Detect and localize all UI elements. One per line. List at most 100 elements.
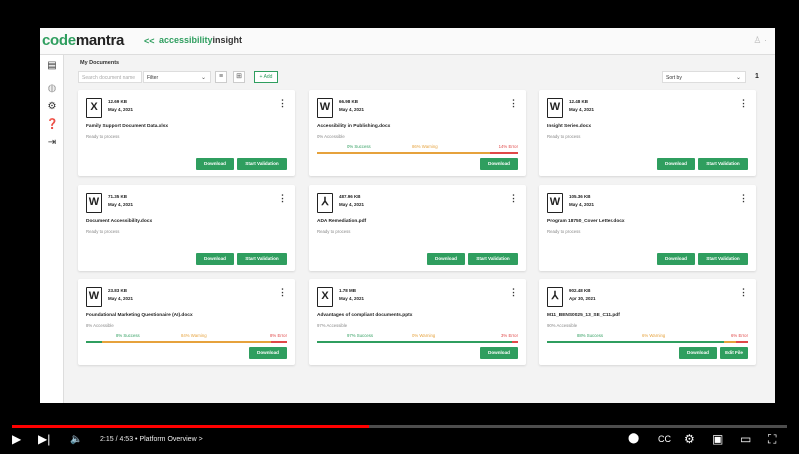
autoplay-toggle[interactable]: ⬤ <box>628 433 639 444</box>
file-status: 90% Accessible <box>547 323 578 328</box>
more-options-icon[interactable]: ⋮ <box>739 193 748 204</box>
video-progress-bar[interactable] <box>12 425 787 428</box>
word-file-icon: W <box>547 98 563 118</box>
video-time: 2:15 / 4:53 • Platform Overview > <box>100 436 203 443</box>
more-options-icon[interactable]: ⋮ <box>739 287 748 298</box>
video-area[interactable]: codemantra << accessibilityinsight ♙ · ▤… <box>40 28 775 403</box>
document-card[interactable]: W 23.83 KB May 4, 2021 ⋮ Foundational Ma… <box>78 279 295 365</box>
user-menu[interactable]: ♙ · <box>753 35 767 46</box>
file-size: 1.78 MB <box>339 288 357 293</box>
file-date: May 4, 2021 <box>569 107 595 112</box>
document-card[interactable]: ⅄ 902.48 KB Apr 30, 2021 ⋮ M11_BENS0025_… <box>539 279 756 365</box>
file-date: May 4, 2021 <box>339 107 365 112</box>
word-file-icon: W <box>86 287 102 307</box>
success-label: 97% Success <box>347 333 374 338</box>
fullscreen-icon[interactable]: ⛶ <box>768 432 776 447</box>
download-button[interactable]: Download <box>480 347 518 359</box>
download-button[interactable]: Download <box>249 347 287 359</box>
result-bar <box>317 341 518 343</box>
gear-icon[interactable]: ⚙ <box>684 432 695 446</box>
add-button[interactable]: + Add <box>254 71 278 83</box>
dashboard-icon[interactable]: ◍ <box>46 83 58 95</box>
file-date: May 4, 2021 <box>569 202 595 207</box>
file-status: Ready to process <box>547 134 581 139</box>
sort-select[interactable]: Sort by ⌄ <box>662 71 746 83</box>
download-button[interactable]: Download <box>196 158 234 170</box>
documents-icon[interactable]: ▤ <box>46 60 58 72</box>
warning-bar <box>102 341 271 343</box>
file-name: Foundational Marketing Questionaire (AI)… <box>86 313 193 318</box>
document-card[interactable]: X 12.69 KB May 4, 2021 ⋮ Family Support … <box>78 90 295 176</box>
miniplayer-icon[interactable]: ▣ <box>712 432 723 446</box>
edit-file-button[interactable]: Edit File <box>720 347 748 359</box>
start-validation-button[interactable]: Start Validation <box>237 158 287 170</box>
file-size: 902.48 KB <box>569 288 591 293</box>
word-file-icon: W <box>547 193 563 213</box>
document-card[interactable]: W 12.48 KB May 4, 2021 ⋮ Insight Series.… <box>539 90 756 176</box>
page-number[interactable]: 1 <box>751 71 763 83</box>
more-options-icon[interactable]: ⋮ <box>278 98 287 109</box>
more-options-icon[interactable]: ⋮ <box>278 287 287 298</box>
start-validation-button[interactable]: Start Validation <box>698 158 748 170</box>
file-name: M11_BENS0025_13_SE_C11.pdf <box>547 313 620 318</box>
more-options-icon[interactable]: ⋮ <box>509 193 518 204</box>
file-name: Advantages of compliant documents.pptx <box>317 313 413 318</box>
file-date: May 4, 2021 <box>339 202 365 207</box>
file-status: 97% Accessible <box>317 323 348 328</box>
start-validation-button[interactable]: Start Validation <box>468 253 518 265</box>
download-button[interactable]: Download <box>427 253 465 265</box>
more-options-icon[interactable]: ⋮ <box>509 287 518 298</box>
result-labels: 8% Success 84% Warning 8% Error <box>86 333 287 341</box>
grid-view-icon[interactable]: ⊞ <box>233 71 245 83</box>
download-button[interactable]: Download <box>480 158 518 170</box>
settings-icon[interactable]: ⚙ <box>46 101 58 113</box>
filter-select[interactable]: Filter ⌄ <box>143 71 211 83</box>
theater-icon[interactable]: ▭ <box>740 432 751 446</box>
result-labels: 88% Success 6% Warning 6% Error <box>547 333 748 341</box>
file-status: Ready to process <box>317 229 351 234</box>
captions-icon[interactable]: CC <box>658 434 671 444</box>
file-name: Accessibility in Publishing.docx <box>317 124 391 129</box>
more-options-icon[interactable]: ⋮ <box>278 193 287 204</box>
video-frame: codemantra << accessibilityinsight ♙ · ▤… <box>0 0 799 454</box>
search-input[interactable]: Search document name <box>78 71 142 83</box>
download-button[interactable]: Download <box>196 253 234 265</box>
success-label: 88% Success <box>577 333 604 338</box>
next-icon[interactable]: ▶| <box>38 432 50 446</box>
help-icon[interactable]: ❓ <box>46 119 58 131</box>
document-card[interactable]: X 1.78 MB May 4, 2021 ⋮ Advantages of co… <box>309 279 526 365</box>
download-button[interactable]: Download <box>679 347 717 359</box>
file-name: ADA Remediation.pdf <box>317 219 367 224</box>
document-card[interactable]: W 105.36 KB May 4, 2021 ⋮ Program 18750_… <box>539 185 756 271</box>
result-bar <box>547 341 748 343</box>
chevron-down-icon: ⌄ <box>200 75 206 81</box>
volume-icon[interactable]: 🔈 <box>70 434 82 445</box>
warning-label: 86% Warning <box>412 144 438 149</box>
play-icon[interactable]: ▶ <box>12 432 21 446</box>
back-button[interactable]: << <box>144 36 155 46</box>
download-button[interactable]: Download <box>657 253 695 265</box>
start-validation-button[interactable]: Start Validation <box>698 253 748 265</box>
document-card[interactable]: W 66.98 KB May 4, 2021 ⋮ Accessibility i… <box>309 90 526 176</box>
error-bar <box>511 341 518 343</box>
file-date: Apr 30, 2021 <box>569 296 596 301</box>
success-bar <box>547 341 724 343</box>
result-labels: 0% Success 86% Warning 14% Error <box>317 144 518 152</box>
file-status: Ready to process <box>86 134 120 139</box>
more-options-icon[interactable]: ⋮ <box>739 98 748 109</box>
start-validation-button[interactable]: Start Validation <box>237 253 287 265</box>
warning-label: 84% Warning <box>181 333 207 338</box>
error-label: 3% Error <box>501 333 518 338</box>
warning-label: 0% Warning <box>412 333 436 338</box>
download-button[interactable]: Download <box>657 158 695 170</box>
document-card[interactable]: W 71.35 KB May 4, 2021 ⋮ Document Access… <box>78 185 295 271</box>
pdf-file-icon: ⅄ <box>547 287 563 307</box>
error-bar <box>489 152 518 154</box>
more-options-icon[interactable]: ⋮ <box>509 98 518 109</box>
chevron-down-icon: ⌄ <box>735 75 741 81</box>
excel-file-icon: X <box>317 287 333 307</box>
file-status: Ready to process <box>86 229 120 234</box>
list-view-icon[interactable]: ≡ <box>215 71 227 83</box>
document-card[interactable]: ⅄ 487.96 KB May 4, 2021 ⋮ ADA Remediatio… <box>309 185 526 271</box>
logout-icon[interactable]: ⇥ <box>46 137 58 149</box>
